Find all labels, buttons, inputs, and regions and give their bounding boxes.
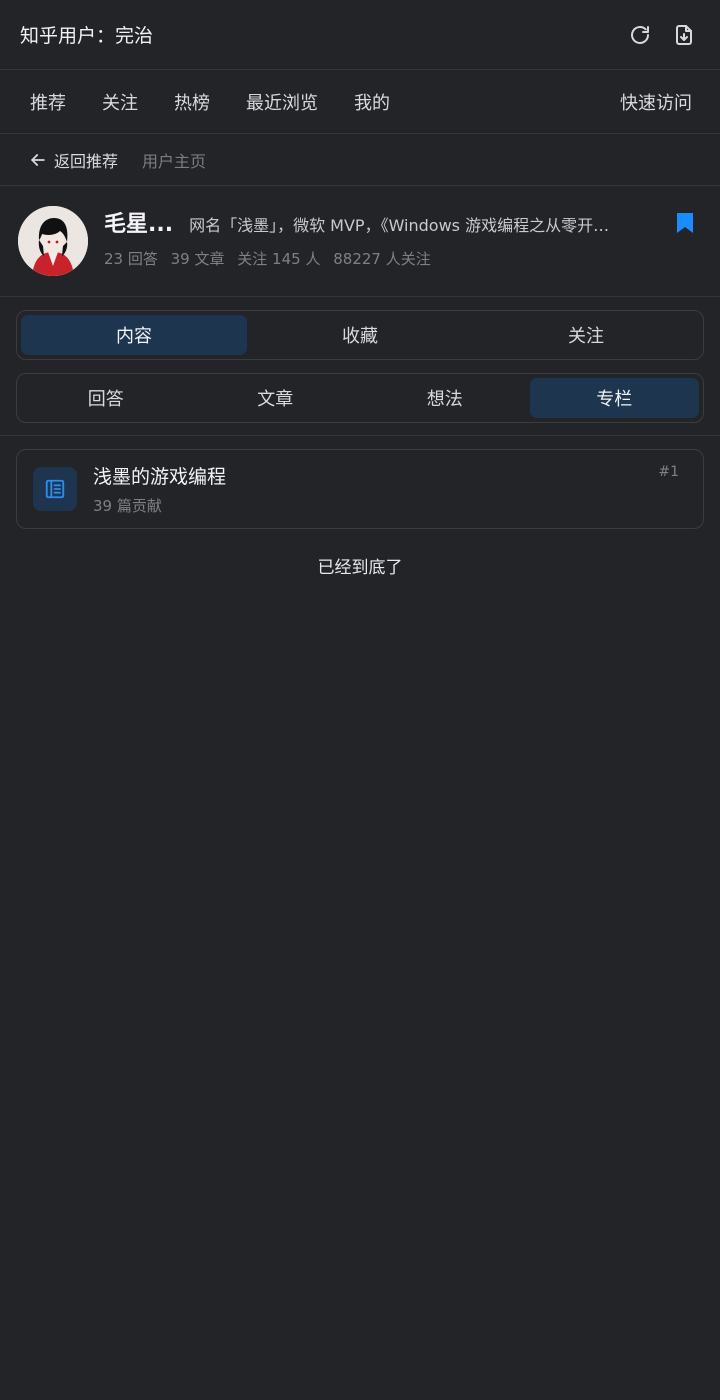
- stat-articles[interactable]: 39 文章: [171, 250, 225, 268]
- stat-answers[interactable]: 23 回答: [104, 250, 158, 268]
- bookmark-icon[interactable]: [676, 212, 694, 238]
- tab-favorites[interactable]: 收藏: [247, 315, 473, 355]
- breadcrumb: 返回推荐 用户主页: [0, 134, 720, 186]
- primary-tabs: 内容 收藏 关注: [16, 310, 704, 360]
- stat-followers[interactable]: 88227 人关注: [333, 250, 431, 268]
- tab-content[interactable]: 内容: [21, 315, 247, 355]
- page-title: 知乎用户：完治: [20, 25, 154, 47]
- profile-info: 毛星... 网名「浅墨」，微软 MVP，《Windows 游戏编程之从零开… 2…: [104, 206, 702, 269]
- nav-item-hot[interactable]: 热榜: [156, 89, 228, 115]
- tab-columns[interactable]: 专栏: [529, 378, 699, 418]
- user-name: 毛星...: [104, 212, 174, 237]
- profile-header: 毛星... 网名「浅墨」，微软 MVP，《Windows 游戏编程之从零开… 2…: [0, 186, 720, 297]
- stat-following[interactable]: 关注 145 人: [237, 250, 320, 268]
- main-nav: 推荐 关注 热榜 最近浏览 我的 快速访问: [0, 70, 720, 134]
- refresh-icon[interactable]: [622, 17, 658, 53]
- section-divider: [0, 435, 720, 436]
- end-of-list: 已经到底了: [317, 558, 403, 578]
- tab-follow[interactable]: 关注: [473, 315, 699, 355]
- nav-item-mine[interactable]: 我的: [336, 89, 408, 115]
- file-download-icon[interactable]: [666, 17, 702, 53]
- column-book-icon: [33, 467, 77, 511]
- nav-item-recommend[interactable]: 推荐: [12, 89, 84, 115]
- user-bio: 网名「浅墨」，微软 MVP，《Windows 游戏编程之从零开…: [189, 216, 610, 235]
- column-title: 浅墨的游戏编程: [93, 466, 227, 488]
- tab-answers[interactable]: 回答: [21, 378, 191, 418]
- top-bar: 知乎用户：完治: [0, 0, 720, 70]
- nav-item-quick-access[interactable]: 快速访问: [602, 89, 710, 115]
- nav-item-following[interactable]: 关注: [84, 89, 156, 115]
- tab-thoughts[interactable]: 想法: [360, 378, 530, 418]
- user-stats: 23 回答 39 文章 关注 145 人 88227 人关注: [104, 248, 702, 269]
- back-button[interactable]: 返回推荐: [28, 148, 118, 172]
- column-rank: #1: [658, 464, 679, 480]
- column-card[interactable]: 浅墨的游戏编程 39 篇贡献 #1: [16, 449, 704, 529]
- arrow-left-icon: [31, 153, 45, 166]
- column-subtitle: 39 篇贡献: [93, 497, 162, 515]
- back-label: 返回推荐: [54, 151, 119, 171]
- tab-articles[interactable]: 文章: [191, 378, 361, 418]
- secondary-tabs: 回答 文章 想法 专栏: [16, 373, 704, 423]
- breadcrumb-current: 用户主页: [142, 151, 207, 171]
- avatar[interactable]: [18, 206, 88, 276]
- nav-item-recent[interactable]: 最近浏览: [228, 89, 336, 115]
